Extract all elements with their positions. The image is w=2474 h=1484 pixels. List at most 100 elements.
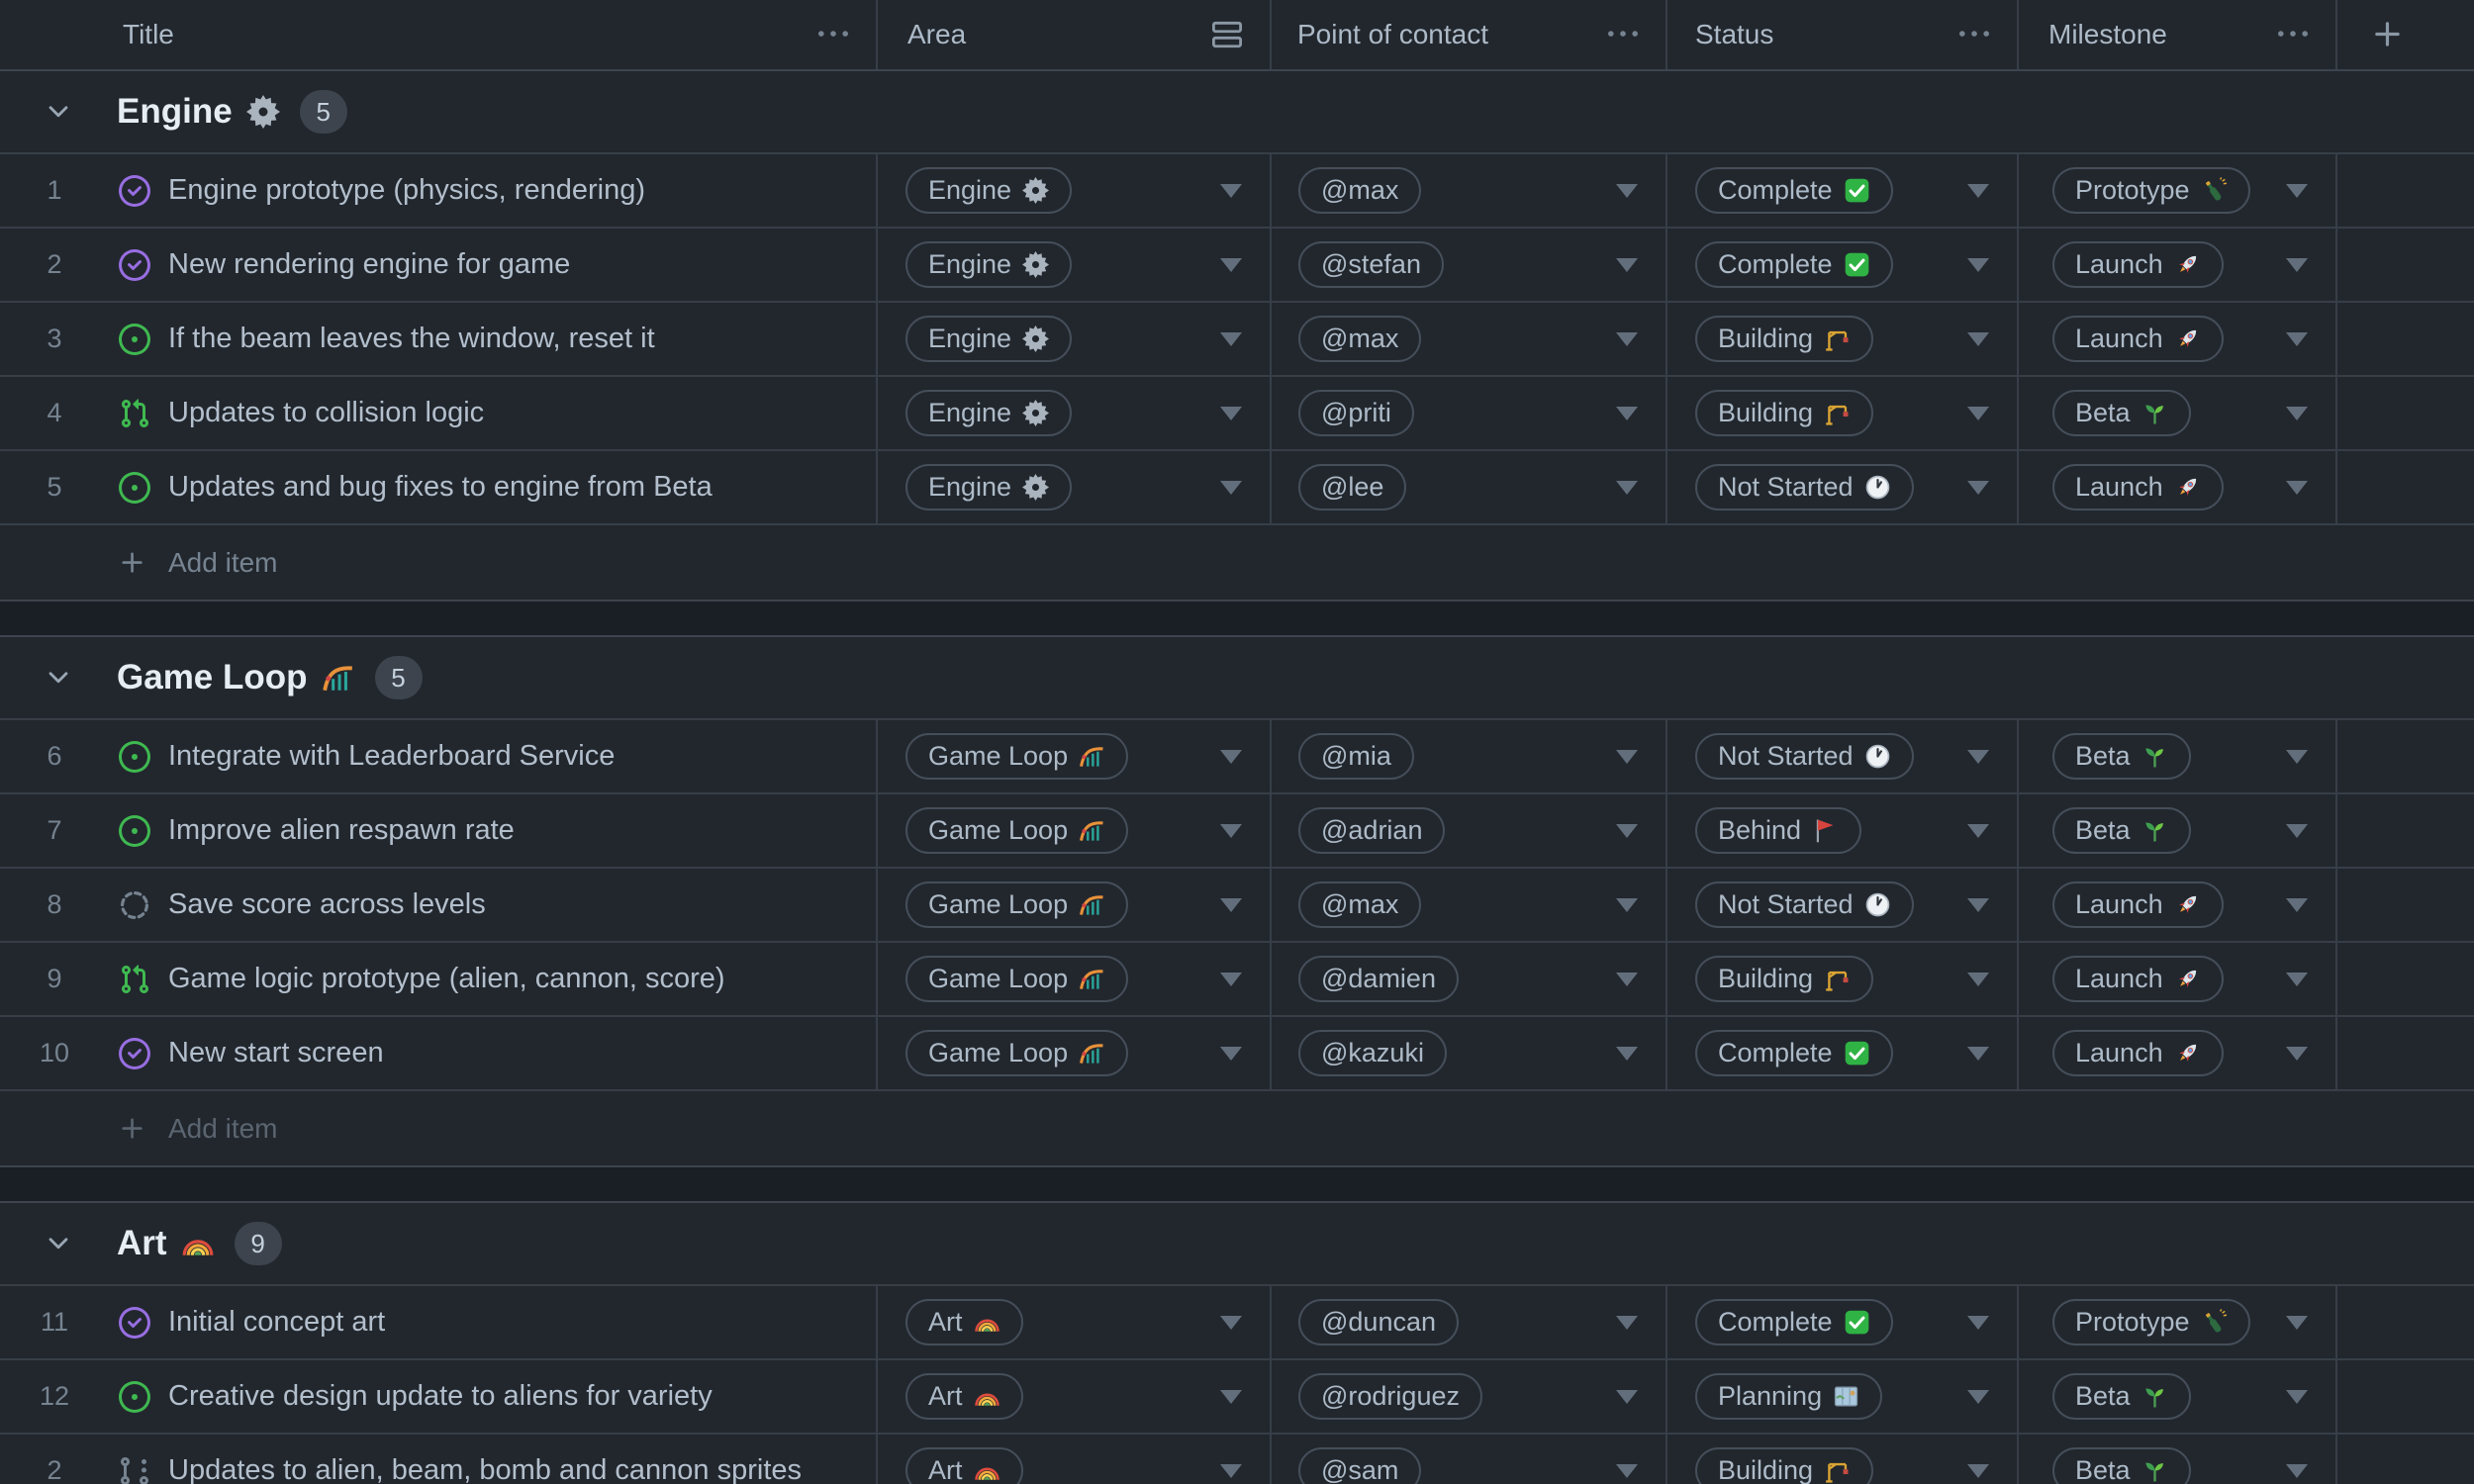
table-row[interactable]: 10 New start screen Game Loop @kazuki Comple… bbox=[0, 1017, 2474, 1091]
area-cell[interactable]: Art bbox=[878, 1360, 1272, 1433]
item-title[interactable]: If the beam leaves the window, reset it bbox=[168, 323, 655, 355]
dropdown-caret-icon[interactable] bbox=[1220, 1463, 1242, 1478]
chevron-down-icon[interactable] bbox=[44, 1229, 73, 1258]
contact-pill[interactable]: @stefan bbox=[1298, 241, 1444, 288]
status-cell[interactable]: Complete bbox=[1667, 229, 2019, 301]
status-pill[interactable]: Not Started bbox=[1695, 881, 1914, 928]
area-cell[interactable]: Art bbox=[878, 1435, 1272, 1484]
area-pill[interactable]: Art bbox=[905, 1447, 1023, 1484]
table-row[interactable]: 2 Updates to alien, beam, bomb and cannon… bbox=[0, 1435, 2474, 1484]
status-cell[interactable]: Building bbox=[1667, 377, 2019, 449]
dropdown-caret-icon[interactable] bbox=[1220, 257, 1242, 272]
dropdown-caret-icon[interactable] bbox=[1967, 749, 1989, 764]
dropdown-caret-icon[interactable] bbox=[1220, 1046, 1242, 1061]
contact-pill[interactable]: @kazuki bbox=[1298, 1030, 1447, 1076]
dropdown-caret-icon[interactable] bbox=[1220, 749, 1242, 764]
status-pill[interactable]: Complete bbox=[1695, 167, 1893, 214]
area-cell[interactable]: Engine bbox=[878, 451, 1272, 523]
contact-cell[interactable]: @lee bbox=[1272, 451, 1667, 523]
title-cell[interactable]: 6 Integrate with Leaderboard Service bbox=[0, 720, 878, 792]
milestone-cell[interactable]: Prototype bbox=[2019, 1286, 2337, 1358]
item-title[interactable]: Engine prototype (physics, rendering) bbox=[168, 174, 645, 207]
group-header[interactable]: Engine 5 bbox=[0, 71, 2474, 154]
status-pill[interactable]: Complete bbox=[1695, 241, 1893, 288]
contact-pill[interactable]: @damien bbox=[1298, 956, 1459, 1002]
status-cell[interactable]: Building bbox=[1667, 303, 2019, 375]
status-pill[interactable]: Building bbox=[1695, 1447, 1874, 1484]
kebab-menu-icon[interactable] bbox=[818, 20, 848, 49]
title-cell[interactable]: 8 Save score across levels bbox=[0, 869, 878, 941]
table-row[interactable]: 11 Initial concept art Art @duncan Complete P… bbox=[0, 1286, 2474, 1360]
contact-cell[interactable]: @stefan bbox=[1272, 229, 1667, 301]
item-title[interactable]: Updates and bug fixes to engine from Bet… bbox=[168, 471, 713, 504]
milestone-cell[interactable]: Beta bbox=[2019, 794, 2337, 867]
dropdown-caret-icon[interactable] bbox=[1967, 1046, 1989, 1061]
milestone-cell[interactable]: Beta bbox=[2019, 1360, 2337, 1433]
title-cell[interactable]: 10 New start screen bbox=[0, 1017, 878, 1089]
contact-cell[interactable]: @duncan bbox=[1272, 1286, 1667, 1358]
group-header[interactable]: Game Loop 5 bbox=[0, 637, 2474, 720]
milestone-cell[interactable]: Launch bbox=[2019, 229, 2337, 301]
add-item-button[interactable]: Add item bbox=[0, 1091, 2474, 1165]
milestone-pill[interactable]: Launch bbox=[2052, 881, 2224, 928]
dropdown-caret-icon[interactable] bbox=[1616, 257, 1638, 272]
dropdown-caret-icon[interactable] bbox=[1220, 1389, 1242, 1404]
kebab-menu-icon[interactable] bbox=[1608, 20, 1638, 49]
item-title[interactable]: Updates to collision logic bbox=[168, 397, 484, 429]
status-cell[interactable]: Behind bbox=[1667, 794, 2019, 867]
contact-pill[interactable]: @max bbox=[1298, 316, 1422, 362]
milestone-cell[interactable]: Launch bbox=[2019, 1017, 2337, 1089]
milestone-pill[interactable]: Prototype bbox=[2052, 167, 2250, 214]
column-header-area[interactable]: Area bbox=[878, 0, 1272, 69]
contact-pill[interactable]: @sam bbox=[1298, 1447, 1422, 1484]
dropdown-caret-icon[interactable] bbox=[2286, 1046, 2308, 1061]
item-title[interactable]: New start screen bbox=[168, 1037, 384, 1069]
dropdown-caret-icon[interactable] bbox=[1220, 972, 1242, 986]
dropdown-caret-icon[interactable] bbox=[1967, 1463, 1989, 1478]
table-row[interactable]: 7 Improve alien respawn rate Game Loop @adr… bbox=[0, 794, 2474, 869]
area-cell[interactable]: Engine bbox=[878, 154, 1272, 227]
contact-cell[interactable]: @max bbox=[1272, 154, 1667, 227]
table-row[interactable]: 12 Creative design update to aliens for v… bbox=[0, 1360, 2474, 1435]
dropdown-caret-icon[interactable] bbox=[1967, 257, 1989, 272]
dropdown-caret-icon[interactable] bbox=[2286, 406, 2308, 420]
dropdown-caret-icon[interactable] bbox=[2286, 823, 2308, 838]
area-pill[interactable]: Art bbox=[905, 1373, 1023, 1420]
table-row[interactable]: 5 Updates and bug fixes to engine from Be… bbox=[0, 451, 2474, 525]
milestone-pill[interactable]: Launch bbox=[2052, 316, 2224, 362]
dropdown-caret-icon[interactable] bbox=[1220, 823, 1242, 838]
dropdown-caret-icon[interactable] bbox=[1220, 406, 1242, 420]
table-row[interactable]: 4 Updates to collision logic Engine @priti B… bbox=[0, 377, 2474, 451]
milestone-cell[interactable]: Launch bbox=[2019, 451, 2337, 523]
dropdown-caret-icon[interactable] bbox=[1616, 1389, 1638, 1404]
title-cell[interactable]: 3 If the beam leaves the window, reset it bbox=[0, 303, 878, 375]
column-header-milestone[interactable]: Milestone bbox=[2019, 0, 2337, 69]
area-pill[interactable]: Engine bbox=[905, 464, 1073, 510]
contact-cell[interactable]: @kazuki bbox=[1272, 1017, 1667, 1089]
dropdown-caret-icon[interactable] bbox=[1616, 897, 1638, 912]
area-cell[interactable]: Engine bbox=[878, 229, 1272, 301]
add-column-plus-icon[interactable] bbox=[2371, 18, 2405, 51]
dropdown-caret-icon[interactable] bbox=[1967, 1389, 1989, 1404]
contact-cell[interactable]: @max bbox=[1272, 303, 1667, 375]
milestone-pill[interactable]: Beta bbox=[2052, 1373, 2191, 1420]
milestone-pill[interactable]: Beta bbox=[2052, 1447, 2191, 1484]
chevron-down-icon[interactable] bbox=[44, 663, 73, 693]
status-pill[interactable]: Not Started bbox=[1695, 464, 1914, 510]
title-cell[interactable]: 2 Updates to alien, beam, bomb and cannon… bbox=[0, 1435, 878, 1484]
status-cell[interactable]: Complete bbox=[1667, 1286, 2019, 1358]
table-row[interactable]: 2 New rendering engine for game Engine @ste… bbox=[0, 229, 2474, 303]
dropdown-caret-icon[interactable] bbox=[1967, 823, 1989, 838]
title-cell[interactable]: 2 New rendering engine for game bbox=[0, 229, 878, 301]
kebab-menu-icon[interactable] bbox=[1959, 20, 1989, 49]
group-header[interactable]: Art 9 bbox=[0, 1203, 2474, 1286]
area-pill[interactable]: Engine bbox=[905, 316, 1073, 362]
area-cell[interactable]: Art bbox=[878, 1286, 1272, 1358]
milestone-cell[interactable]: Launch bbox=[2019, 869, 2337, 941]
column-header-status[interactable]: Status bbox=[1667, 0, 2019, 69]
milestone-pill[interactable]: Beta bbox=[2052, 807, 2191, 854]
contact-cell[interactable]: @mia bbox=[1272, 720, 1667, 792]
add-item-button[interactable]: Add item bbox=[0, 525, 2474, 600]
milestone-pill[interactable]: Beta bbox=[2052, 733, 2191, 780]
contact-cell[interactable]: @adrian bbox=[1272, 794, 1667, 867]
